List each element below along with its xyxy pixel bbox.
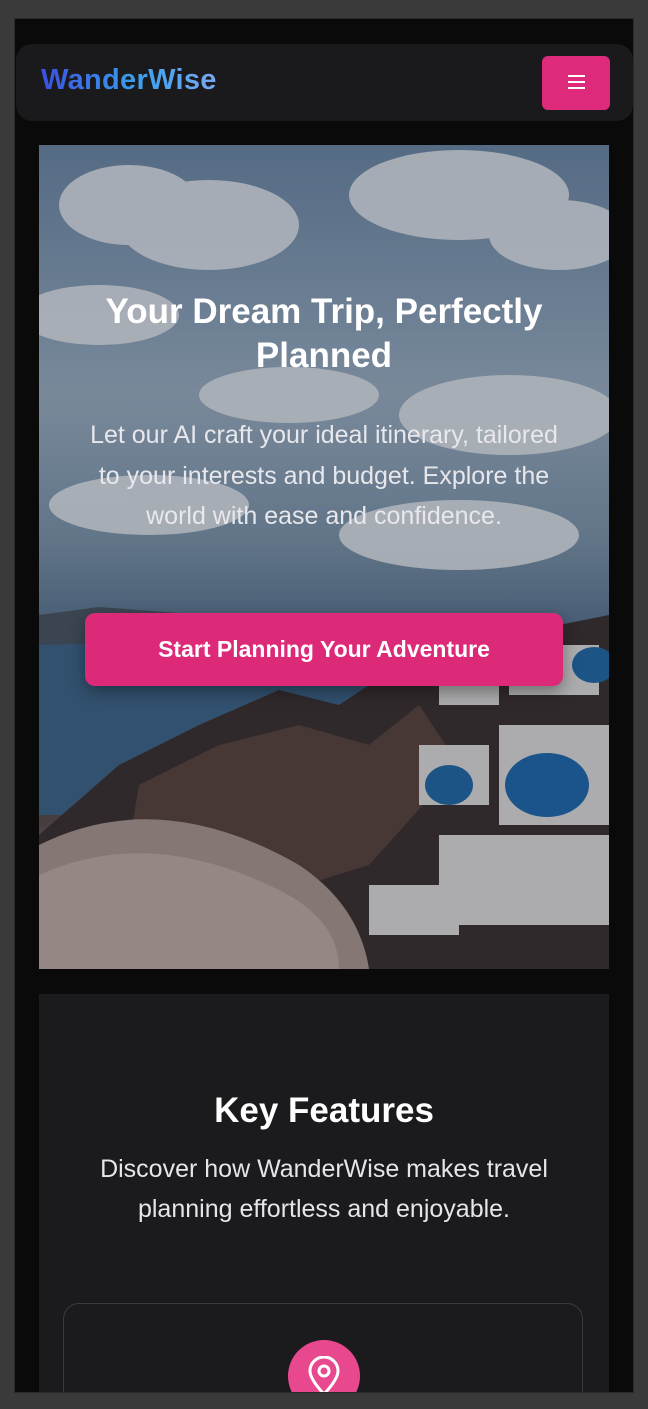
menu-button[interactable] bbox=[542, 56, 610, 110]
hamburger-menu-icon bbox=[568, 75, 585, 89]
logo[interactable]: WanderWise bbox=[41, 64, 217, 97]
hero-overlay bbox=[39, 145, 609, 969]
navbar: WanderWise bbox=[16, 44, 633, 121]
map-pin-icon bbox=[288, 1340, 360, 1392]
start-planning-button[interactable]: Start Planning Your Adventure bbox=[85, 613, 563, 686]
hero-title: Your Dream Trip, Perfectly Planned bbox=[105, 292, 543, 375]
features-title: Key Features bbox=[214, 1091, 434, 1130]
hero-section: Your Dream Trip, Perfectly Planned Let o… bbox=[39, 145, 609, 969]
app-frame: WanderWise Your Dream Trip, Perfectly Pl… bbox=[14, 18, 634, 1393]
features-subtitle: Discover how WanderWise makes travel pla… bbox=[100, 1155, 548, 1223]
features-section: Key Features Discover how WanderWise mak… bbox=[39, 994, 609, 1392]
feature-card bbox=[63, 1303, 583, 1392]
hero-subtitle: Let our AI craft your ideal itinerary, t… bbox=[90, 421, 558, 530]
